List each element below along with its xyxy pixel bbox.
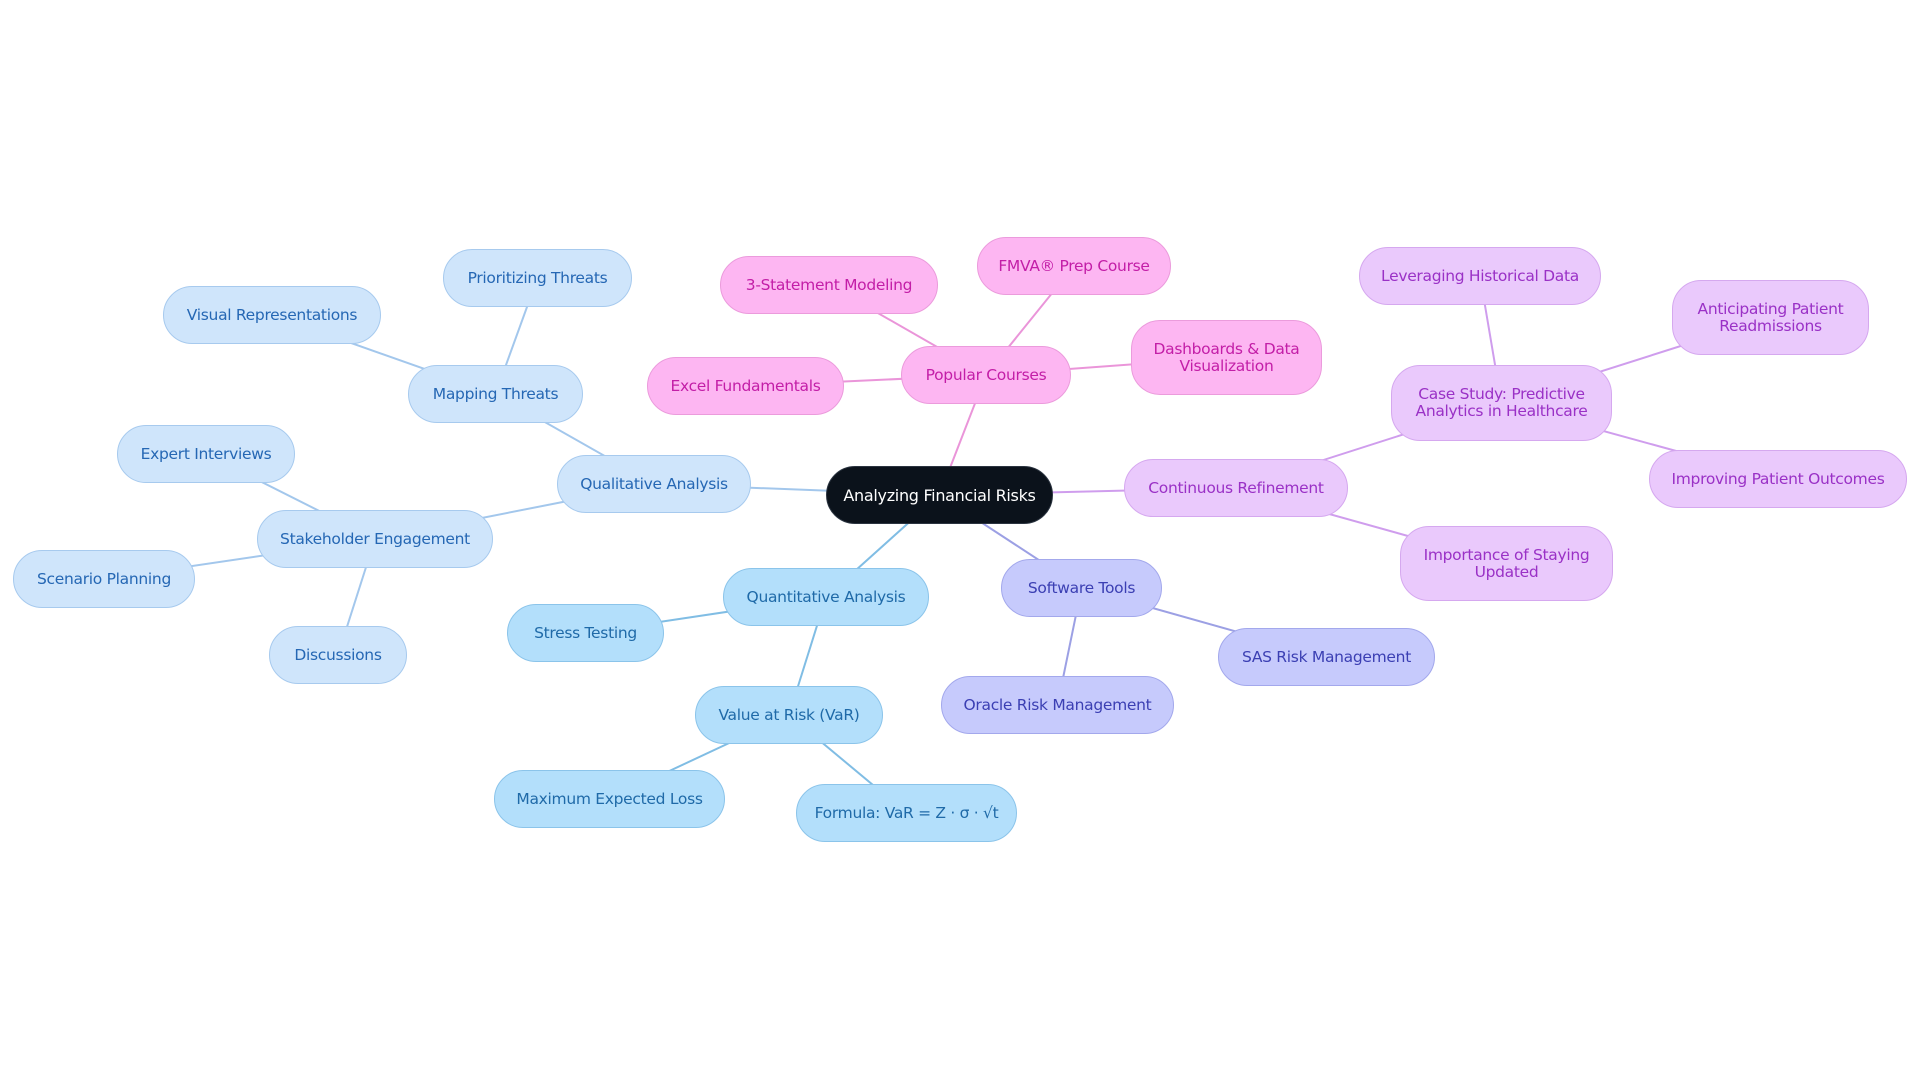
node-dashboards-data-visualization[interactable]: Dashboards & Data Visualization xyxy=(1131,320,1322,395)
node-excel-fundamentals[interactable]: Excel Fundamentals xyxy=(647,357,844,415)
node-popular-courses[interactable]: Popular Courses xyxy=(901,346,1071,404)
node-improving-patient-outcomes[interactable]: Improving Patient Outcomes xyxy=(1649,450,1907,508)
node-stakeholder-engagement[interactable]: Stakeholder Engagement xyxy=(257,510,493,568)
node-sas-risk-management[interactable]: SAS Risk Management xyxy=(1218,628,1435,686)
node-maximum-expected-loss[interactable]: Maximum Expected Loss xyxy=(494,770,725,828)
node-discussions[interactable]: Discussions xyxy=(269,626,407,684)
node-software-tools[interactable]: Software Tools xyxy=(1001,559,1162,617)
node-quantitative-analysis[interactable]: Quantitative Analysis xyxy=(723,568,929,626)
node-case-study[interactable]: Case Study: Predictive Analytics in Heal… xyxy=(1391,365,1612,441)
node-fmva-prep-course[interactable]: FMVA® Prep Course xyxy=(977,237,1171,295)
node-continuous-refinement[interactable]: Continuous Refinement xyxy=(1124,459,1348,517)
node-value-at-risk[interactable]: Value at Risk (VaR) xyxy=(695,686,883,744)
node-anticipating-patient-readmissions[interactable]: Anticipating Patient Readmissions xyxy=(1672,280,1869,355)
node-visual-representations[interactable]: Visual Representations xyxy=(163,286,381,344)
root-node[interactable]: Analyzing Financial Risks xyxy=(826,466,1053,524)
node-mapping-threats[interactable]: Mapping Threats xyxy=(408,365,583,423)
node-var-formula[interactable]: Formula: VaR = Z · σ · √t xyxy=(796,784,1017,842)
node-qualitative-analysis[interactable]: Qualitative Analysis xyxy=(557,455,751,513)
node-three-statement-modeling[interactable]: 3-Statement Modeling xyxy=(720,256,938,314)
node-prioritizing-threats[interactable]: Prioritizing Threats xyxy=(443,249,632,307)
node-stress-testing[interactable]: Stress Testing xyxy=(507,604,664,662)
node-leveraging-historical-data[interactable]: Leveraging Historical Data xyxy=(1359,247,1601,305)
node-expert-interviews[interactable]: Expert Interviews xyxy=(117,425,295,483)
node-oracle-risk-management[interactable]: Oracle Risk Management xyxy=(941,676,1174,734)
node-importance-of-staying-updated[interactable]: Importance of Staying Updated xyxy=(1400,526,1613,601)
node-scenario-planning[interactable]: Scenario Planning xyxy=(13,550,195,608)
